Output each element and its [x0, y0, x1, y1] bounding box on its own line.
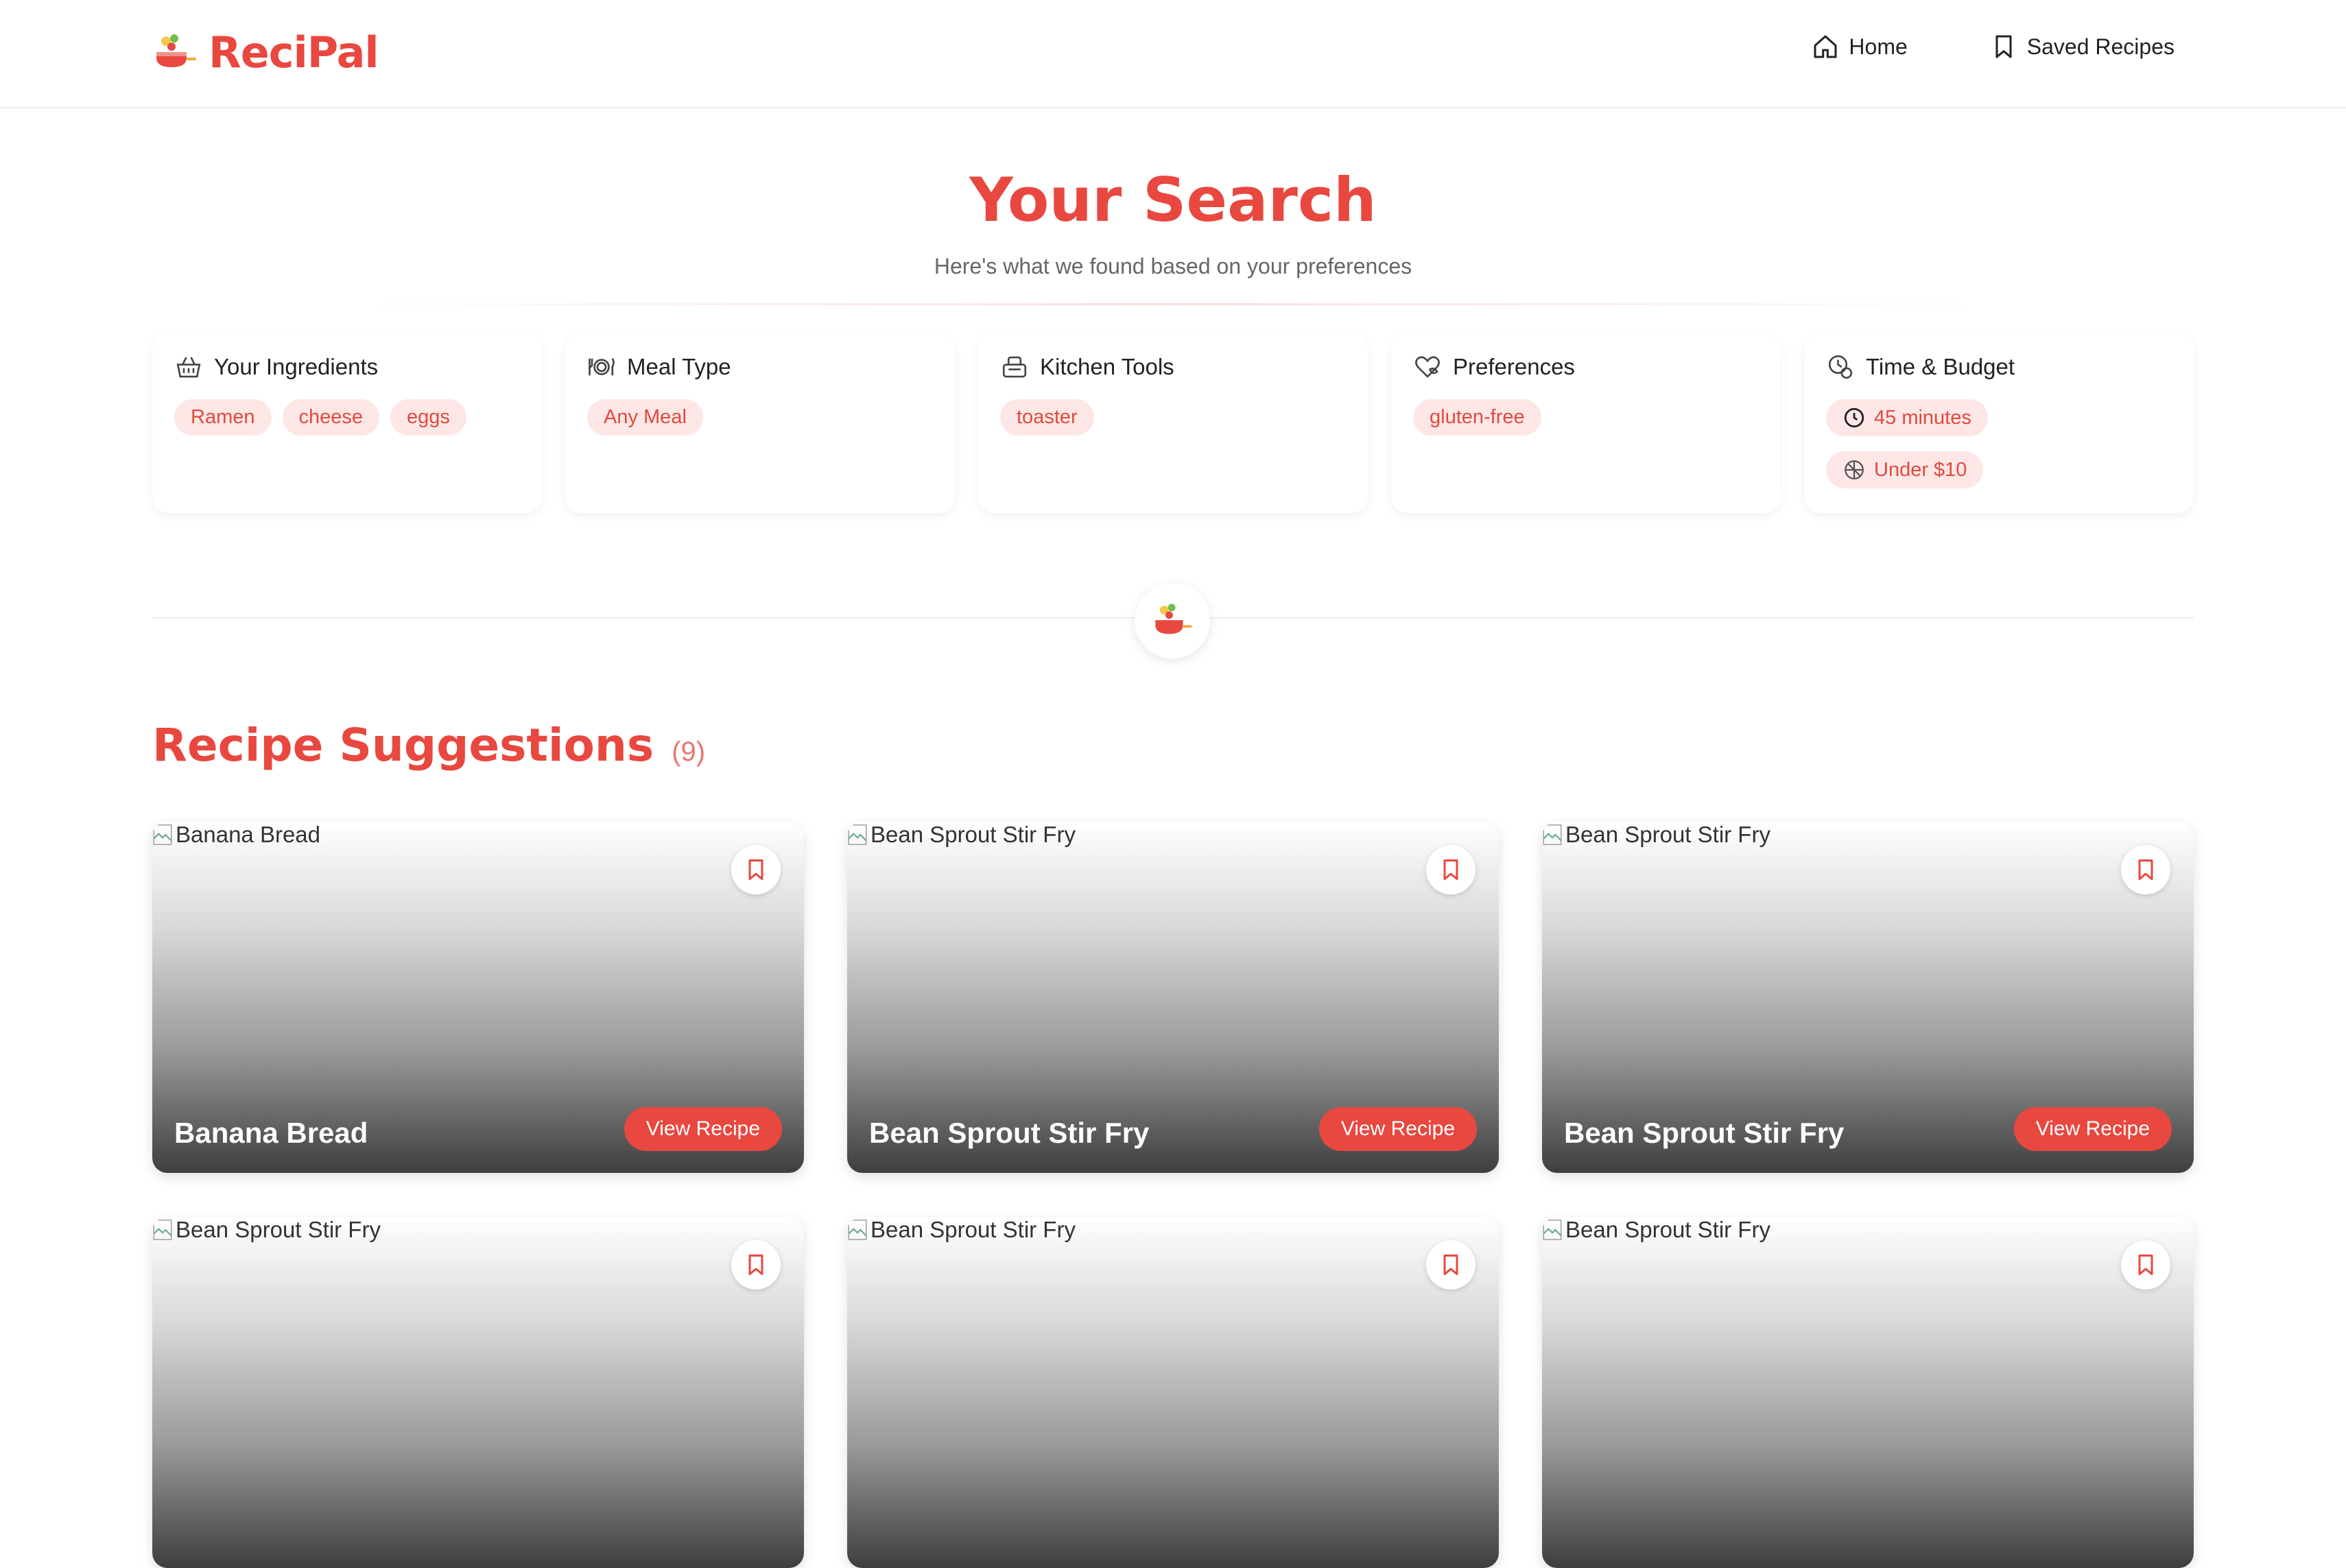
bookmark-icon [2138, 1255, 2153, 1275]
save-recipe-button[interactable] [1426, 1240, 1476, 1290]
title-underline [322, 303, 2024, 305]
nav-home-link[interactable]: Home [1812, 33, 1908, 60]
save-recipe-button[interactable] [2121, 845, 2170, 894]
recipe-image-alt: Bean Sprout Stir Fry [1542, 1217, 1770, 1243]
page-title: Your Search [969, 165, 1377, 235]
home-icon [1814, 35, 1837, 58]
pref-card-ingredients: Your Ingredients Ramen cheese eggs [152, 333, 542, 513]
nav-home-label: Home [1849, 34, 1908, 59]
divider-logo-badge [1135, 583, 1210, 658]
meal-type-tag: Any Meal [587, 399, 703, 436]
view-recipe-button[interactable]: View Recipe [624, 1107, 782, 1151]
recipe-title: Banana Bread [174, 1117, 368, 1149]
recipe-title: Bean Sprout Stir Fry [1564, 1117, 1845, 1149]
basket-icon [176, 357, 201, 378]
broken-image-icon [1543, 1220, 1562, 1240]
broken-image-icon [1543, 824, 1562, 845]
ingredient-tag: Ramen [174, 399, 272, 436]
suggestions-count: (9) [672, 737, 706, 767]
top-header: ReciPal Home Saved Recipes [0, 0, 2346, 108]
broken-image-icon [153, 824, 172, 845]
recipe-image-alt: Bean Sprout Stir Fry [1542, 822, 1770, 848]
pref-card-preferences: Preferences gluten-free [1391, 333, 1781, 513]
recipe-card[interactable]: Bean Sprout Stir Fry [152, 1217, 804, 1568]
brand-name: ReciPal [209, 27, 379, 78]
clock-icon [1844, 407, 1864, 428]
cooking-pot-logo-icon [156, 34, 196, 67]
save-recipe-button[interactable] [731, 1240, 781, 1290]
cooking-pot-logo-icon [1155, 604, 1192, 634]
bookmark-icon [1995, 35, 2012, 58]
ingredient-tag: cheese [282, 399, 380, 436]
main-nav: Home Saved Recipes [1729, 33, 2175, 60]
recipe-image-alt-text: Bean Sprout Stir Fry [1565, 1217, 1770, 1242]
recipe-image-alt-text: Banana Bread [176, 822, 321, 847]
recipe-image-alt-text: Bean Sprout Stir Fry [176, 1217, 381, 1242]
pref-title: Kitchen Tools [1040, 354, 1174, 379]
bookmark-icon [2138, 859, 2153, 880]
budget-tag: Under $10 [1826, 451, 1984, 488]
view-recipe-button[interactable]: View Recipe [2013, 1107, 2172, 1151]
recipe-image-alt-text: Bean Sprout Stir Fry [1565, 822, 1770, 847]
time-tag: 45 minutes [1826, 399, 1988, 436]
kitchen-tool-tag: toaster [1000, 399, 1094, 436]
pref-card-kitchen-tools: Kitchen Tools toaster [978, 333, 1368, 513]
nav-saved-recipes-label: Saved Recipes [2026, 34, 2175, 59]
pref-card-time-budget: Time & Budget 45 minutes Under $10 [1804, 333, 2194, 513]
broken-image-icon [153, 1220, 172, 1240]
ingredient-tag: eggs [390, 399, 466, 436]
recipe-title: Bean Sprout Stir Fry [869, 1117, 1150, 1149]
save-recipe-button[interactable] [2121, 1240, 2170, 1290]
pref-title: Time & Budget [1866, 354, 2015, 379]
bookmark-icon [748, 859, 763, 880]
bookmark-icon [1443, 859, 1458, 880]
plate-cutlery-icon [589, 358, 615, 376]
clock-coin-icon [1828, 355, 1853, 379]
pref-title: Meal Type [627, 354, 731, 379]
recipe-image-alt: Bean Sprout Stir Fry [152, 1217, 381, 1243]
recipe-card[interactable]: Banana Bread Banana Bread View Recipe [152, 822, 804, 1173]
save-recipe-button[interactable] [731, 845, 781, 894]
brand-logo[interactable]: ReciPal [151, 27, 379, 78]
recipe-image-alt: Banana Bread [152, 822, 320, 848]
coins-icon [1845, 460, 1864, 479]
kitchen-tools-icon [1002, 356, 1027, 378]
recipe-card[interactable]: Bean Sprout Stir Fry Bean Sprout Stir Fr… [1542, 822, 2194, 1173]
heart-leaf-icon [1415, 356, 1440, 378]
save-recipe-button[interactable] [1426, 845, 1476, 894]
pref-title: Your Ingredients [214, 354, 379, 379]
bookmark-icon [1443, 1255, 1458, 1275]
bookmark-icon [748, 1255, 763, 1275]
page-subtitle: Here's what we found based on your prefe… [934, 254, 1412, 278]
broken-image-icon [848, 824, 867, 845]
recipe-card[interactable]: Bean Sprout Stir Fry Bean Sprout Stir Fr… [847, 822, 1499, 1173]
recipe-card[interactable]: Bean Sprout Stir Fry [847, 1217, 1499, 1568]
recipe-card[interactable]: Bean Sprout Stir Fry [1542, 1217, 2194, 1568]
pref-card-meal-type: Meal Type Any Meal [565, 333, 955, 513]
suggestions-title: Recipe Suggestions [152, 719, 654, 772]
dietary-tag: gluten-free [1413, 399, 1541, 436]
recipe-image-alt: Bean Sprout Stir Fry [847, 822, 1076, 848]
broken-image-icon [848, 1220, 867, 1240]
pref-title: Preferences [1453, 354, 1575, 379]
preference-summary: Your Ingredients Ramen cheese eggs Meal … [152, 333, 2194, 513]
time-tag-label: 45 minutes [1874, 406, 1971, 429]
view-recipe-button[interactable]: View Recipe [1318, 1107, 1477, 1151]
recipe-image-alt-text: Bean Sprout Stir Fry [870, 822, 1076, 847]
recipe-image-alt-text: Bean Sprout Stir Fry [870, 1217, 1076, 1242]
suggestions-heading: Recipe Suggestions (9) [152, 719, 705, 772]
budget-tag-label: Under $10 [1874, 458, 1967, 481]
recipe-image-alt: Bean Sprout Stir Fry [847, 1217, 1076, 1243]
nav-saved-recipes-link[interactable]: Saved Recipes [1990, 33, 2175, 60]
